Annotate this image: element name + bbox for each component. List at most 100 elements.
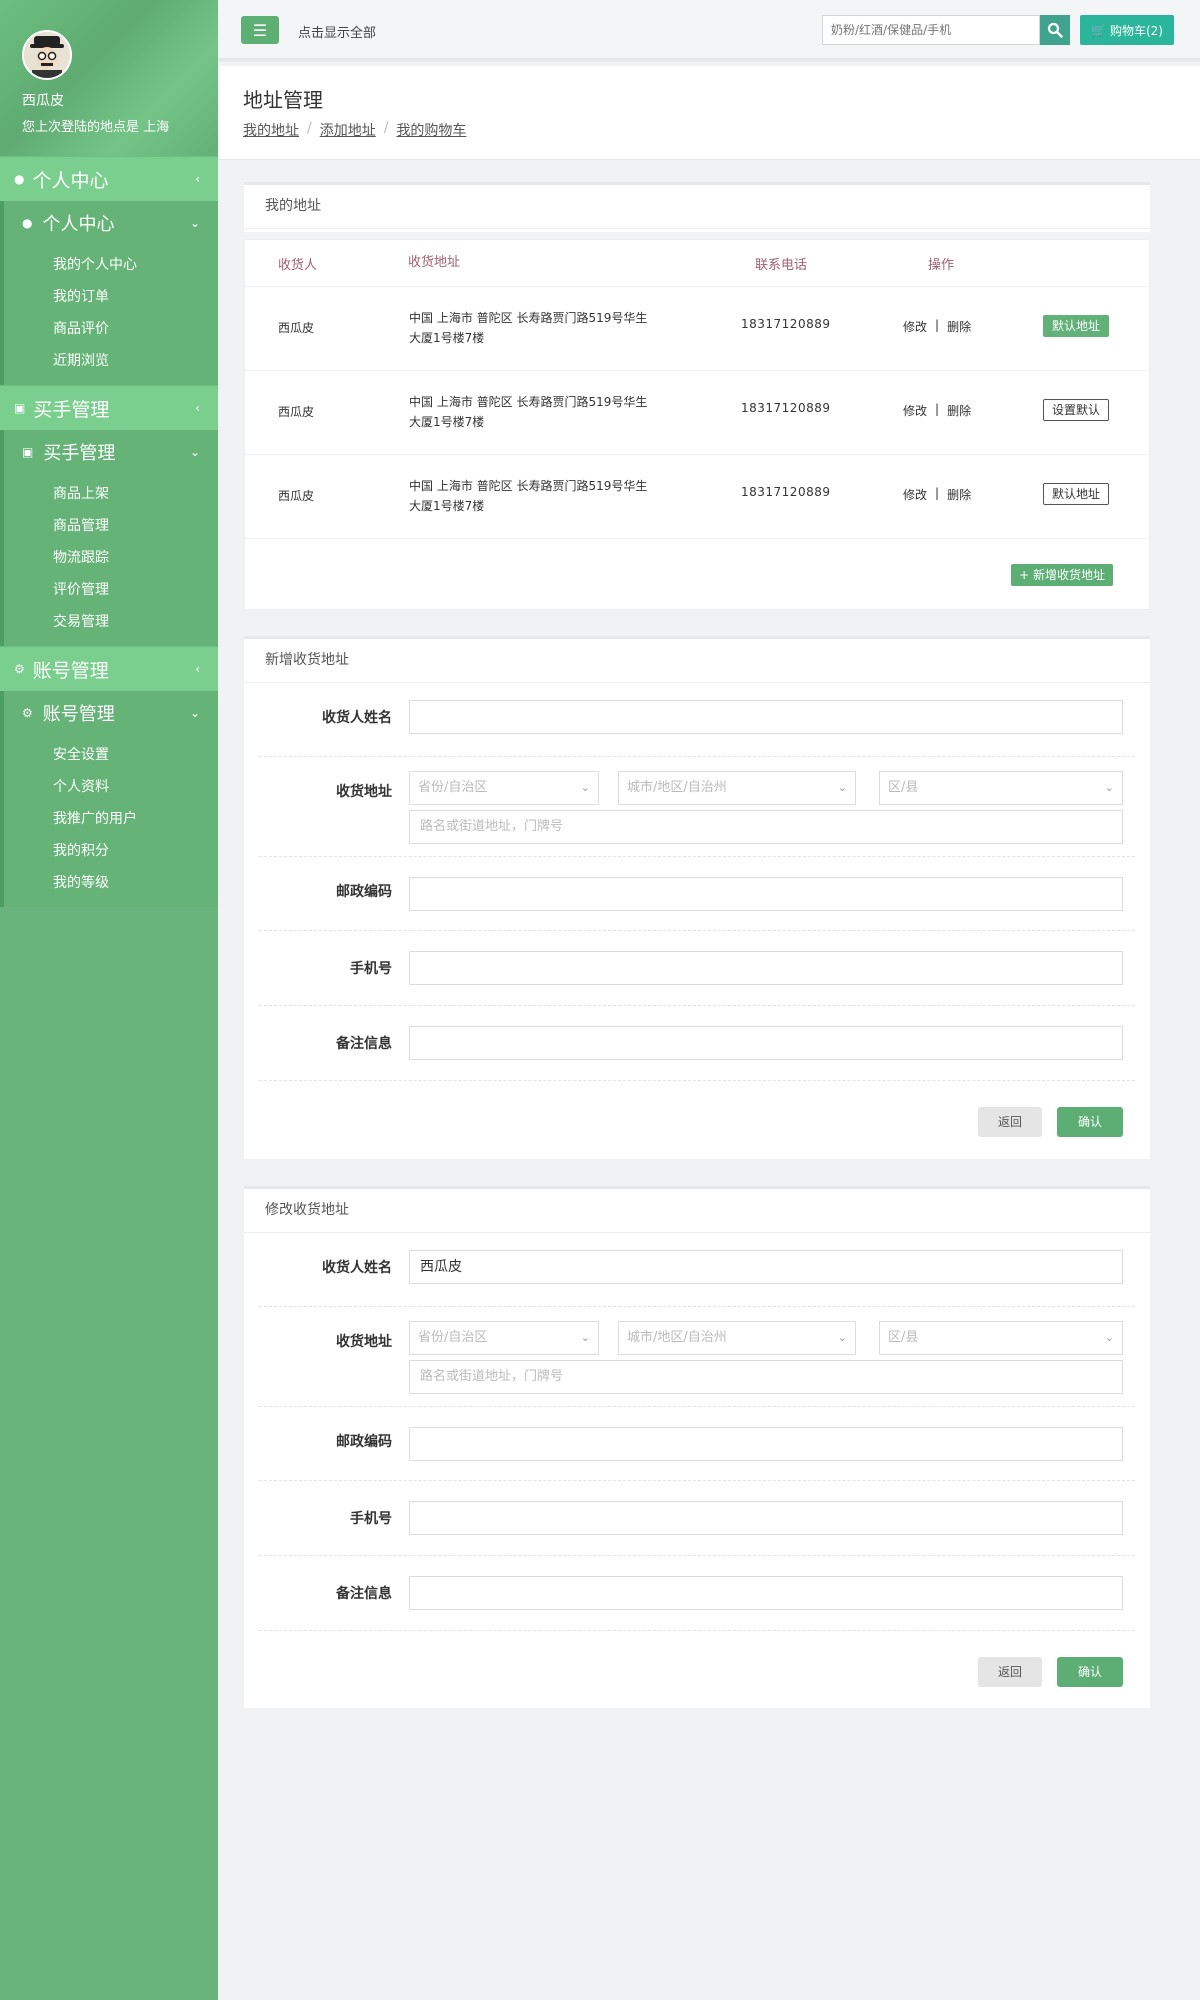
column-header-address: 收货地址 [408, 255, 461, 270]
recipient-name-field[interactable] [409, 700, 1123, 734]
menu-item-points[interactable]: 我的积分 [4, 835, 218, 867]
delete-link[interactable]: 删除 [947, 318, 971, 335]
panel-title: 我的地址 [244, 185, 1150, 229]
back-button[interactable]: 返回 [978, 1657, 1042, 1687]
menu-item-list-product[interactable]: 商品上架 [4, 478, 218, 510]
phone-label: 手机号 [350, 1511, 392, 1527]
menu-item-profile[interactable]: 个人资料 [4, 771, 218, 803]
menu-item-level[interactable]: 我的等级 [4, 867, 218, 899]
name-label: 收货人姓名 [322, 1260, 392, 1276]
id-card-icon: ▣ [22, 445, 34, 459]
menu-sub-label: 账号管理 [42, 704, 115, 725]
address-text: 中国 上海市 普陀区 长寿路贾门路519号华生 大厦1号楼7楼 [409, 308, 659, 348]
menu-head-buyer-management[interactable]: ▣ 买手管理 ‹ [0, 385, 218, 430]
menu-head-account-management[interactable]: ⚙ 账号管理 ‹ [0, 646, 218, 691]
cart-label: 购物车(2) [1109, 23, 1163, 38]
address-table: 收货人 收货地址 联系电话 操作 西瓜皮 中国 上海市 普陀区 长寿路贾门路51… [244, 239, 1150, 610]
new-address-panel: 新增收货地址 收货人姓名 收货地址 省份/自治区 ⌄ 城市/地区/自治州 ⌄ 区… [244, 636, 1150, 1159]
cart-button[interactable]: 🛒 购物车(2) [1080, 15, 1174, 45]
page-header: 地址管理 我的地址 / 添加地址 / 我的购物车 [218, 66, 1200, 160]
menu-sub-account-management[interactable]: ⚙ 账号管理 ⌄ [0, 691, 218, 735]
menu-sub-personal-center[interactable]: ● 个人中心 ⌄ [0, 201, 218, 245]
address-line: 大厦1号楼7楼 [409, 415, 485, 429]
menu-item-referred-users[interactable]: 我推广的用户 [4, 803, 218, 835]
show-all-link[interactable]: 点击显示全部 [298, 22, 376, 41]
delete-link[interactable]: 删除 [947, 486, 971, 503]
breadcrumb-add-address[interactable]: 添加地址 [320, 120, 376, 140]
breadcrumb-my-address[interactable]: 我的地址 [243, 120, 299, 140]
confirm-button[interactable]: 确认 [1057, 1657, 1123, 1687]
chevron-down-icon: ⌄ [837, 781, 847, 794]
city-select-value: 城市/地区/自治州 [627, 1330, 727, 1345]
edit-link[interactable]: 修改 [903, 402, 927, 419]
form-actions: 返回 确认 [244, 1631, 1150, 1717]
menu-sub-label: 个人中心 [42, 214, 115, 235]
breadcrumb-my-cart[interactable]: 我的购物车 [396, 120, 466, 140]
zip-label: 邮政编码 [336, 884, 392, 900]
recipient-name-field[interactable]: 西瓜皮 [409, 1250, 1123, 1284]
recipient-name: 西瓜皮 [278, 321, 315, 335]
menu-toggle-button[interactable]: ☰ [241, 16, 279, 44]
menu-item-review-management[interactable]: 评价管理 [4, 574, 218, 606]
street-address-field[interactable]: 路名或街道地址，门牌号 [409, 1360, 1123, 1394]
form-row-note: 备注信息 [259, 1556, 1135, 1631]
street-address-field[interactable]: 路名或街道地址，门牌号 [409, 810, 1123, 844]
separator: | [935, 486, 940, 500]
avatar[interactable] [22, 30, 72, 80]
back-button[interactable]: 返回 [978, 1107, 1042, 1137]
note-label: 备注信息 [336, 1586, 392, 1602]
confirm-button[interactable]: 确认 [1057, 1107, 1123, 1137]
menu-head-personal-center[interactable]: ● 个人中心 ‹ [0, 156, 218, 201]
search-button[interactable] [1040, 15, 1070, 45]
my-address-panel: 我的地址 [244, 182, 1150, 232]
menu-item-my-center[interactable]: 我的个人中心 [4, 249, 218, 281]
recipient-name: 西瓜皮 [278, 489, 315, 503]
district-select[interactable]: 区/县 ⌄ [879, 1321, 1123, 1355]
name-label: 收货人姓名 [322, 710, 392, 726]
address-text: 中国 上海市 普陀区 长寿路贾门路519号华生 大厦1号楼7楼 [409, 392, 659, 432]
last-login-location: 您上次登陆的地点是 上海 [22, 120, 170, 135]
set-default-button[interactable]: 设置默认 [1043, 399, 1110, 421]
row-operations: 修改 | 删除 [903, 486, 971, 503]
menu-item-transactions[interactable]: 交易管理 [4, 606, 218, 638]
district-select[interactable]: 区/县 ⌄ [879, 771, 1123, 805]
menu-head-label: 个人中心 [32, 169, 109, 192]
add-address-button[interactable]: + 新增收货地址 [1011, 564, 1113, 586]
menu-items-account-management: 安全设置 个人资料 我推广的用户 我的积分 我的等级 [0, 735, 218, 907]
chevron-down-icon: ⌄ [1104, 1331, 1114, 1344]
menu-sub-buyer-management[interactable]: ▣ 买手管理 ⌄ [0, 430, 218, 474]
search-input[interactable] [822, 15, 1040, 45]
address-line: 大厦1号楼7楼 [409, 499, 485, 513]
breadcrumb: 我的地址 / 添加地址 / 我的购物车 [243, 120, 466, 140]
note-field[interactable] [409, 1026, 1123, 1060]
sidebar: 西瓜皮 您上次登陆的地点是 上海 ● 个人中心 ‹ ● 个人中心 ⌄ 我的个人中… [0, 0, 218, 2000]
menu-item-recent-browse[interactable]: 近期浏览 [4, 345, 218, 377]
zip-code-field[interactable] [409, 877, 1123, 911]
phone-field[interactable] [409, 1501, 1123, 1535]
menu-item-security[interactable]: 安全设置 [4, 739, 218, 771]
breadcrumb-separator: / [383, 120, 389, 136]
edit-link[interactable]: 修改 [903, 318, 927, 335]
chevron-down-icon: ⌄ [1104, 781, 1114, 794]
chevron-left-icon: ‹ [195, 172, 200, 186]
zip-code-field[interactable] [409, 1427, 1123, 1461]
menu-item-logistics[interactable]: 物流跟踪 [4, 542, 218, 574]
menu-item-manage-products[interactable]: 商品管理 [4, 510, 218, 542]
menu-item-product-reviews[interactable]: 商品评价 [4, 313, 218, 345]
edit-link[interactable]: 修改 [903, 486, 927, 503]
city-select[interactable]: 城市/地区/自治州 ⌄ [618, 1321, 856, 1355]
panel-title: 新增收货地址 [244, 639, 1150, 683]
table-header: 收货人 收货地址 联系电话 操作 [245, 240, 1149, 287]
province-select[interactable]: 省份/自治区 ⌄ [409, 771, 599, 805]
note-field[interactable] [409, 1576, 1123, 1610]
province-select[interactable]: 省份/自治区 ⌄ [409, 1321, 599, 1355]
menu-sub-label: 买手管理 [43, 443, 116, 464]
default-address-button[interactable]: 默认地址 [1043, 483, 1110, 505]
delete-link[interactable]: 删除 [947, 402, 971, 419]
phone-field[interactable] [409, 951, 1123, 985]
phone-label: 手机号 [350, 961, 392, 977]
cart-icon: 🛒 [1091, 23, 1106, 37]
city-select[interactable]: 城市/地区/自治州 ⌄ [618, 771, 856, 805]
default-address-button[interactable]: 默认地址 [1043, 315, 1110, 337]
menu-item-my-orders[interactable]: 我的订单 [4, 281, 218, 313]
